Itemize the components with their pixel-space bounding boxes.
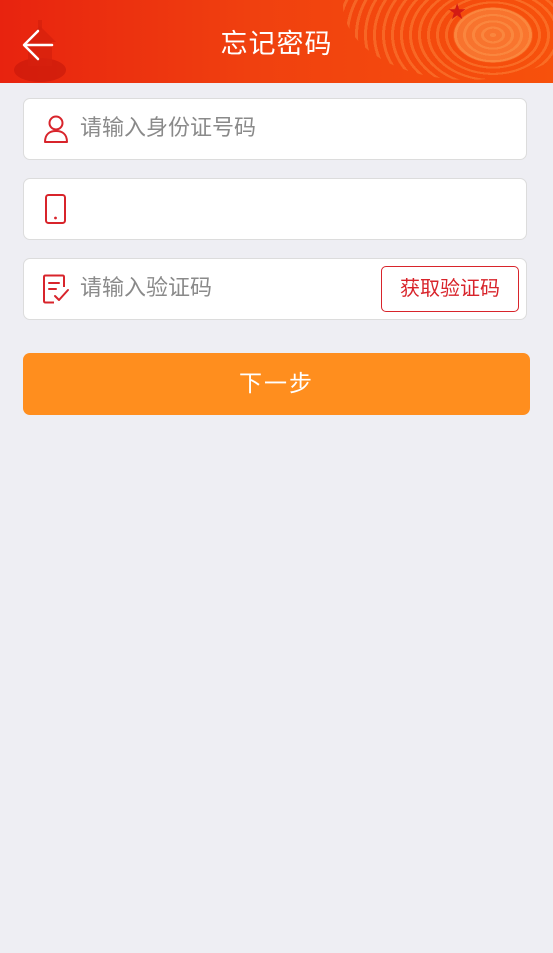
get-code-button[interactable]: 获取验证码 xyxy=(381,266,519,312)
phone-input[interactable] xyxy=(80,179,370,238)
next-step-button[interactable]: 下一步 xyxy=(23,353,530,415)
verification-code-field[interactable]: 获取验证码 xyxy=(23,258,527,320)
user-icon xyxy=(44,115,68,143)
phone-field[interactable] xyxy=(23,178,527,240)
star-icon: ★ xyxy=(447,0,467,25)
verification-code-input[interactable] xyxy=(80,259,370,318)
app-header: ★ 忘记密码 xyxy=(0,0,553,83)
page-title: 忘记密码 xyxy=(220,29,333,60)
edit-check-icon xyxy=(43,274,69,304)
id-number-input[interactable] xyxy=(80,99,370,158)
id-number-field[interactable] xyxy=(23,98,527,160)
phone-icon xyxy=(45,194,66,224)
